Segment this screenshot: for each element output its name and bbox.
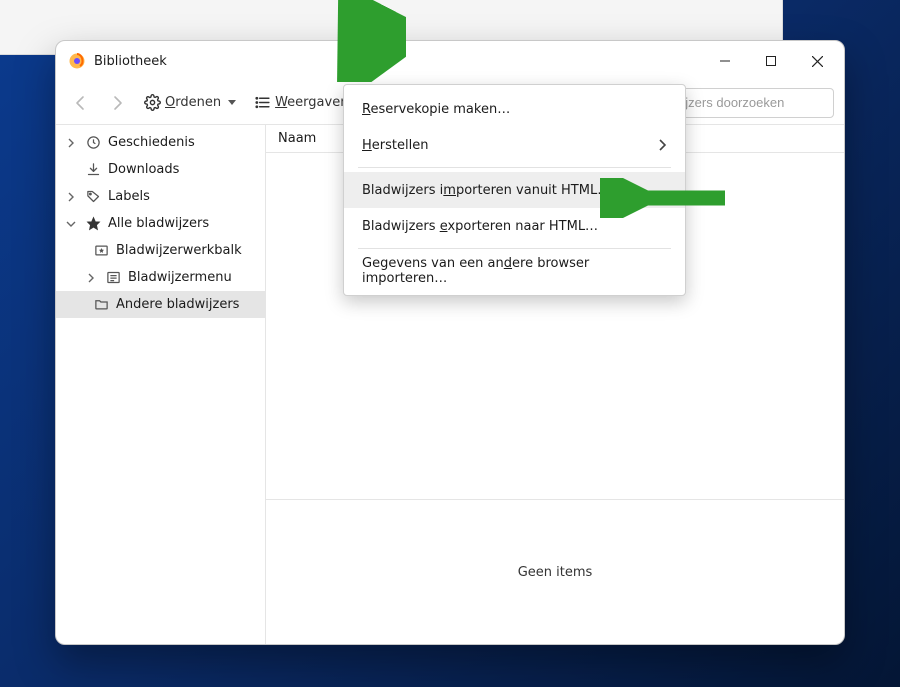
bookmarks-menu-icon: [104, 270, 122, 285]
close-button[interactable]: [794, 45, 840, 77]
tree-label: Bladwijzermenu: [128, 270, 232, 285]
menu-item-import-browser[interactable]: Gegevens van een andere browser importer…: [344, 253, 685, 289]
menu-item-export-html[interactable]: Bladwijzers exporteren naar HTML…: [344, 208, 685, 244]
tree-label: Labels: [108, 189, 150, 204]
tree-item-all-bookmarks[interactable]: Alle bladwijzers: [56, 210, 265, 237]
sidebar: Geschiedenis Downloads Labels: [56, 125, 266, 644]
tree-label: Geschiedenis: [108, 135, 195, 150]
chevron-down-icon: [228, 100, 236, 105]
details-pane: Geen items: [266, 499, 844, 644]
menu-label: Bladwijzers exporteren naar HTML…: [362, 219, 598, 234]
tag-icon: [84, 189, 102, 204]
organize-button[interactable]: Ordenen: [138, 90, 242, 115]
chevron-down-icon: [64, 219, 78, 229]
bookmarks-toolbar-icon: [92, 243, 110, 258]
star-icon: [84, 216, 102, 231]
tree-label: Andere bladwijzers: [116, 297, 239, 312]
app-icon: [68, 52, 86, 70]
clock-icon: [84, 135, 102, 150]
minimize-button[interactable]: [702, 45, 748, 77]
window-title: Bibliotheek: [94, 54, 167, 69]
chevron-right-icon: [64, 138, 78, 148]
back-button[interactable]: [66, 90, 96, 116]
tree-label: Downloads: [108, 162, 179, 177]
menu-item-backup[interactable]: Reservekopie maken…: [344, 91, 685, 127]
tree-item-history[interactable]: Geschiedenis: [56, 129, 265, 156]
menu-label: Reservekopie maken…: [362, 102, 510, 117]
tree-item-tags[interactable]: Labels: [56, 183, 265, 210]
menu-separator: [358, 167, 671, 168]
import-backup-menu: Reservekopie maken… Herstellen Bladwijze…: [343, 84, 686, 296]
tree-item-downloads[interactable]: Downloads: [56, 156, 265, 183]
download-icon: [84, 162, 102, 177]
menu-item-restore[interactable]: Herstellen: [344, 127, 685, 163]
column-header-name[interactable]: Naam: [266, 131, 328, 146]
tree-item-bookmarks-menu[interactable]: Bladwijzermenu: [56, 264, 265, 291]
forward-button[interactable]: [102, 90, 132, 116]
menu-label: Gegevens van een andere browser importer…: [362, 256, 667, 286]
chevron-right-icon: [84, 273, 98, 283]
chevron-right-icon: [64, 192, 78, 202]
menu-label: Bladwijzers importeren vanuit HTML…: [362, 183, 610, 198]
gear-icon: [144, 94, 161, 111]
chevron-right-icon: [657, 139, 667, 151]
tree-label: Bladwijzerwerkbalk: [116, 243, 242, 258]
maximize-button[interactable]: [748, 45, 794, 77]
organize-label: Ordenen: [165, 95, 221, 110]
tree-item-bookmarks-toolbar[interactable]: Bladwijzerwerkbalk: [56, 237, 265, 264]
menu-separator: [358, 248, 671, 249]
list-icon: [254, 94, 271, 111]
menu-label: Herstellen: [362, 138, 428, 153]
empty-label: Geen items: [518, 565, 593, 580]
views-label: Weergaven: [275, 95, 348, 110]
tree-label: Alle bladwijzers: [108, 216, 209, 231]
titlebar: Bibliotheek: [56, 41, 844, 81]
menu-item-import-html[interactable]: Bladwijzers importeren vanuit HTML…: [344, 172, 685, 208]
folder-icon: [92, 297, 110, 312]
tree-item-other-bookmarks[interactable]: Andere bladwijzers: [56, 291, 265, 318]
